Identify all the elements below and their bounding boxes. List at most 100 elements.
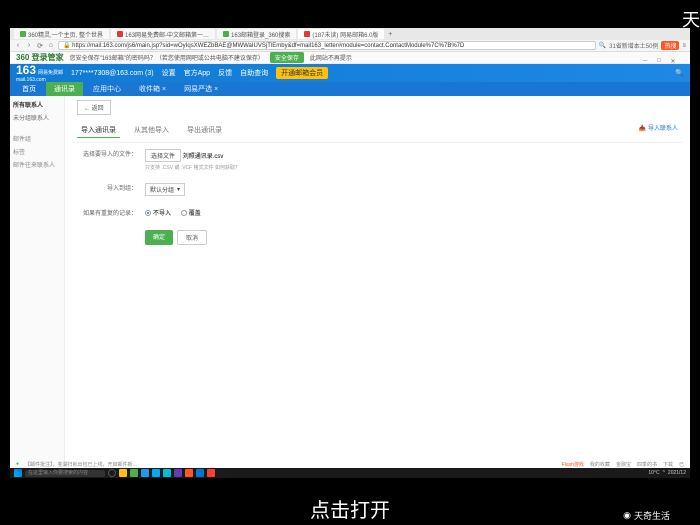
browser-tab[interactable]: 163邮箱登录_360搜索	[217, 29, 296, 39]
file-name: 刘照通讯录.csv	[183, 154, 224, 160]
upgrade-button[interactable]: 开通邮箱会员	[276, 67, 328, 79]
cancel-button[interactable]: 取消	[177, 230, 207, 245]
sidebar-all-contacts[interactable]: 所有联系人	[13, 100, 61, 109]
footer-link[interactable]: 下载	[663, 461, 673, 468]
cortana-icon[interactable]	[108, 469, 116, 477]
taskbar-search[interactable]: 在这里输入你要搜索的内容	[25, 470, 105, 477]
sidebar-item[interactable]: 邮件组	[13, 132, 61, 145]
import-link[interactable]: 📥 导入联系人	[639, 123, 678, 138]
search-icon[interactable]: 🔍	[599, 42, 606, 49]
sidebar-item[interactable]: 标签	[13, 145, 61, 158]
taskbar-app-icon[interactable]	[141, 469, 149, 477]
date-label: 2021/12	[668, 470, 686, 476]
window-controls: ─ □ ✕	[638, 56, 680, 66]
nav-tab-inbox[interactable]: 收件箱 ×	[131, 82, 174, 96]
status-bar: ● 【邮件批注】，芜湖扫就出包已上线，开启邮件新… Flash游戏 我的收藏 金…	[10, 460, 690, 468]
new-tab-button[interactable]: +	[386, 30, 394, 38]
radio-icon	[145, 210, 151, 216]
taskbar-app-icon[interactable]	[207, 469, 215, 477]
browser-tab-active[interactable]: (187未读) 网易邮箱6.0版	[298, 29, 384, 39]
url-input[interactable]: 🔒 https://mail.163.com/js6/main.jsp?sid=…	[58, 41, 596, 50]
browser-tab-strip: 360精灵,一个主页, 整个世界 163网易免费邮-中文邮箱第一… 163邮箱登…	[10, 28, 690, 40]
file-hint: 只支持 .CSV 或 .VCF 格式文件 如何获取？	[145, 164, 678, 171]
footer-link[interactable]: 金融宝	[616, 461, 631, 468]
radio-overwrite[interactable]: 覆盖	[181, 208, 201, 217]
nav-tab-home[interactable]: 首页	[14, 82, 44, 96]
browser-tab[interactable]: 360精灵,一个主页, 整个世界	[14, 29, 109, 39]
account-label[interactable]: 177****7308@163.com (3)	[71, 70, 154, 77]
close-button[interactable]: ✕	[666, 56, 680, 66]
favicon-icon	[304, 31, 310, 37]
hide-prompt-button[interactable]: 此网站不再提示	[310, 53, 352, 62]
nav-tab-contacts[interactable]: 通讯录	[46, 82, 83, 96]
sidebar: 所有联系人 未分组联系人 邮件组 标签 邮件往来联系人	[10, 96, 65, 478]
eye-icon: ◉	[623, 510, 631, 521]
header-menu-item[interactable]: 自助查询	[240, 68, 268, 78]
browser-tab[interactable]: 163网易免费邮-中文邮箱第一…	[111, 29, 215, 39]
menu-icon[interactable]: ≡	[682, 43, 686, 49]
security-bar: 360 登录管家 您安全保存"163邮箱"的密码吗？（若您使用网吧或公共电脑不建…	[10, 52, 690, 64]
maximize-button[interactable]: □	[652, 56, 666, 66]
footer-link[interactable]: Flash游戏	[562, 461, 584, 468]
main-panel: ← 返回 导入通讯录 从其他导入 导出通讯录 📥 导入联系人 选择要导入的文件：…	[65, 96, 690, 478]
save-password-button[interactable]: 安全保存	[270, 52, 304, 63]
favicon-icon	[223, 31, 229, 37]
group-select[interactable]: 默认分组 ▾	[145, 183, 185, 196]
start-button[interactable]	[14, 469, 22, 477]
tray-icon[interactable]: ^	[663, 470, 665, 476]
close-icon[interactable]: ×	[162, 86, 166, 93]
duplicate-row: 如果有重复的记录： 不导入 覆盖	[73, 202, 682, 224]
favicon-icon	[117, 31, 123, 37]
choose-file-button[interactable]: 选择文件	[145, 149, 181, 162]
group-row: 导入到组： 默认分组 ▾	[73, 177, 682, 202]
reload-icon[interactable]: ⟳	[36, 42, 44, 50]
confirm-button[interactable]: 确定	[145, 230, 173, 245]
sidebar-unfiled[interactable]: 未分组联系人	[13, 113, 61, 122]
hot-badge[interactable]: 热搜	[661, 41, 679, 50]
sub-tab-export[interactable]: 导出通讯录	[183, 123, 226, 138]
group-label: 导入到组：	[77, 183, 137, 192]
address-bar: ‹ › ⟳ ⌂ 🔒 https://mail.163.com/js6/main.…	[10, 40, 690, 52]
nav-tab-yanxuan[interactable]: 网易严选 ×	[176, 82, 226, 96]
security-logo: 360 登录管家	[16, 52, 64, 63]
sub-tab-import[interactable]: 导入通讯录	[77, 123, 120, 138]
taskbar: 在这里输入你要搜索的内容 10°C ^ 2021/12	[10, 468, 690, 478]
word-icon[interactable]	[196, 469, 204, 477]
status-dot: ●	[16, 461, 19, 467]
chevron-down-icon: ▾	[177, 186, 180, 193]
back-icon[interactable]: ‹	[14, 42, 22, 50]
file-label: 选择要导入的文件：	[77, 149, 137, 158]
back-button[interactable]: ← 返回	[77, 100, 111, 115]
footer-link[interactable]: 已	[679, 461, 684, 468]
radio-skip[interactable]: 不导入	[145, 208, 171, 217]
minimize-button[interactable]: ─	[638, 56, 652, 66]
taskbar-app-icon[interactable]	[119, 469, 127, 477]
browser-window: ─ □ ✕ 360精灵,一个主页, 整个世界 163网易免费邮-中文邮箱第一… …	[10, 28, 690, 478]
footer-link[interactable]: 我的收藏	[590, 461, 610, 468]
sidebar-item[interactable]: 邮件往来联系人	[13, 158, 61, 171]
taskbar-app-icon[interactable]	[163, 469, 171, 477]
forward-icon[interactable]: ›	[25, 42, 33, 50]
header-menu-item[interactable]: 设置	[162, 68, 176, 78]
header-menu-item[interactable]: 反馈	[218, 68, 232, 78]
header-menu-item[interactable]: 官方App	[184, 68, 210, 78]
status-text: 【邮件批注】，芜湖扫就出包已上线，开启邮件新…	[25, 461, 138, 468]
favicon-icon	[20, 31, 26, 37]
taskbar-app-icon[interactable]	[152, 469, 160, 477]
taskbar-app-icon[interactable]	[174, 469, 182, 477]
mail-logo: 163 网易免费邮 mail.163.com	[16, 63, 63, 83]
caption: 点击打开	[310, 494, 390, 523]
taskbar-app-icon[interactable]	[185, 469, 193, 477]
home-icon[interactable]: ⌂	[47, 42, 55, 50]
nav-tab-apps[interactable]: 应用中心	[85, 82, 129, 96]
sub-tab-other[interactable]: 从其他导入	[130, 123, 173, 138]
radio-icon	[181, 210, 187, 216]
security-text: 您安全保存"163邮箱"的密码吗？（若您使用网吧或公共电脑不建议保存）	[70, 53, 264, 62]
close-icon[interactable]: ×	[214, 86, 218, 93]
search-hint[interactable]: 31省新增本土50例	[609, 41, 658, 50]
header-search-icon[interactable]: 🔍	[675, 69, 684, 77]
weather[interactable]: 10°C	[648, 470, 659, 476]
footer-link[interactable]: 四季的书	[637, 461, 657, 468]
taskbar-app-icon[interactable]	[130, 469, 138, 477]
file-row: 选择要导入的文件： 选择文件 刘照通讯录.csv 只支持 .CSV 或 .VCF…	[73, 143, 682, 177]
